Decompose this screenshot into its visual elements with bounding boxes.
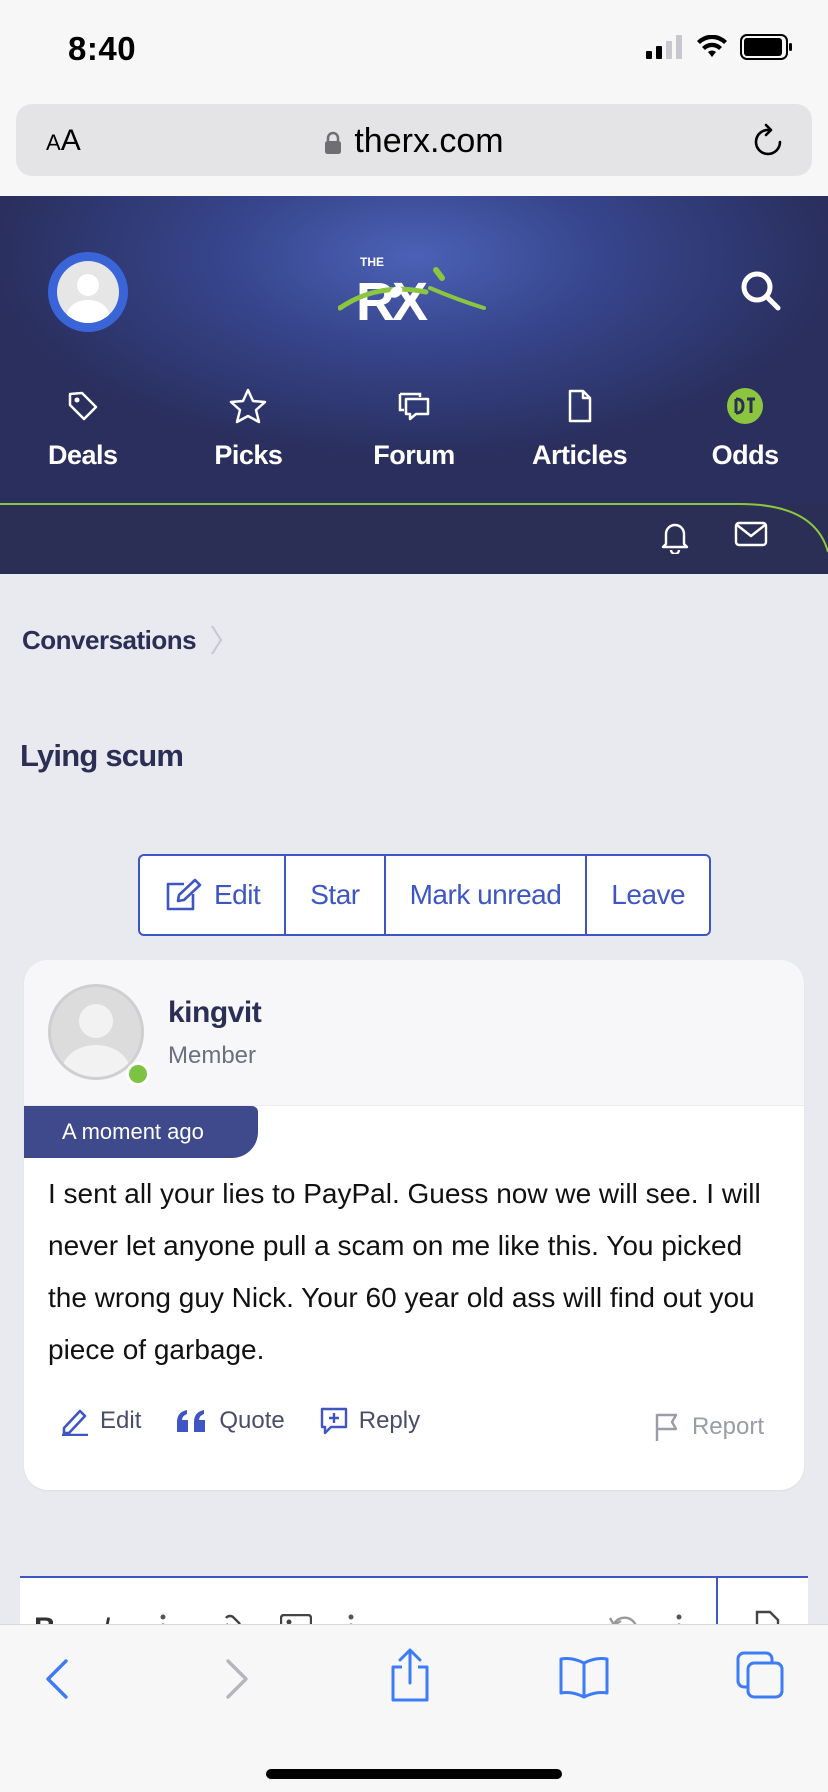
nav-label: Picks — [214, 440, 283, 470]
main-nav: Deals Picks Forum Articles Odds — [0, 386, 828, 471]
browser-toolbar: AA therx.com — [0, 100, 828, 196]
toolbar-divider — [716, 1578, 718, 1628]
leave-button[interactable]: Leave — [587, 856, 709, 934]
quote-icon — [177, 1410, 206, 1432]
message-edit-button[interactable]: Edit — [60, 1406, 141, 1436]
nav-label: Odds — [711, 440, 780, 470]
site-header: THE RX Deals Picks Forum Articles Odds — [0, 196, 828, 506]
message-edit-label: Edit — [100, 1407, 142, 1434]
share-icon[interactable] — [388, 1647, 432, 1703]
chat-icon — [398, 392, 430, 421]
back-icon[interactable] — [42, 1655, 72, 1703]
therx-logo[interactable]: THE RX — [338, 252, 488, 332]
home-indicator — [266, 1769, 562, 1779]
online-status-icon — [126, 1062, 150, 1086]
leave-label: Leave — [611, 879, 686, 910]
mark-unread-button[interactable]: Mark unread — [386, 856, 588, 934]
signal-icon — [646, 35, 682, 59]
document-icon — [568, 389, 591, 423]
message-header: kingvit Member — [24, 960, 804, 1106]
message-user-role: Member — [168, 1042, 257, 1069]
nav-item-articles[interactable]: Articles — [497, 386, 663, 471]
tag-icon — [68, 391, 98, 421]
pencil-icon — [62, 1409, 88, 1436]
breadcrumb-conversations[interactable]: Conversations — [22, 625, 197, 656]
editor-toolbar: B I — [20, 1576, 808, 1628]
conversation-actions: Edit Star Mark unread Leave — [138, 854, 712, 936]
mail-icon[interactable] — [734, 520, 768, 548]
browser-bottom-bar — [0, 1624, 828, 1792]
nav-item-deals[interactable]: Deals — [0, 386, 166, 471]
edit-button[interactable]: Edit — [140, 856, 287, 934]
svg-text:THE: THE — [360, 255, 384, 269]
mark-unread-label: Mark unread — [409, 879, 562, 910]
page-title: Lying scum — [20, 738, 184, 773]
nav-item-picks[interactable]: Picks — [166, 386, 332, 471]
url-display[interactable]: therx.com — [16, 122, 812, 161]
quote-button[interactable]: Quote — [175, 1407, 285, 1435]
bookmarks-icon[interactable] — [558, 1655, 610, 1699]
edit-label: Edit — [214, 879, 261, 910]
quote-label: Quote — [219, 1407, 285, 1434]
star-button[interactable]: Star — [286, 856, 386, 934]
status-time: 8:40 — [68, 30, 137, 67]
nav-label: Forum — [373, 440, 455, 470]
nav-label: Deals — [48, 440, 118, 470]
user-avatar[interactable] — [48, 252, 128, 332]
bell-icon[interactable] — [660, 520, 690, 554]
nav-label: Articles — [532, 440, 628, 470]
message-body: I sent all your lies to PayPal. Guess no… — [48, 1178, 761, 1365]
reply-button[interactable]: Reply — [319, 1406, 420, 1436]
report-button[interactable]: Report — [654, 1412, 764, 1442]
edit-icon — [166, 878, 202, 911]
message-timestamp[interactable]: A moment ago — [24, 1106, 258, 1158]
star-label: Star — [310, 879, 360, 910]
tabs-icon[interactable] — [736, 1651, 786, 1701]
address-bar[interactable]: AA therx.com — [16, 104, 812, 176]
reply-icon — [320, 1407, 347, 1435]
avatar-placeholder-icon — [57, 261, 119, 323]
search-icon[interactable] — [740, 270, 782, 312]
report-label: Report — [691, 1413, 764, 1440]
lock-icon — [325, 131, 342, 155]
star-icon — [230, 388, 267, 424]
status-bar: 8:40 — [0, 0, 828, 100]
chevron-right-icon — [211, 625, 223, 655]
flag-icon — [655, 1413, 678, 1441]
message-username[interactable]: kingvit — [168, 996, 262, 1030]
reload-icon[interactable] — [752, 122, 786, 158]
nav-item-forum[interactable]: Forum — [331, 386, 497, 471]
message-card: kingvit Member A moment ago I sent all y… — [24, 960, 804, 1490]
sub-header — [0, 503, 828, 574]
wifi-icon — [697, 35, 727, 57]
reply-label: Reply — [358, 1407, 421, 1434]
message-actions: Edit Quote Reply — [60, 1406, 420, 1436]
nav-item-odds[interactable]: Odds — [662, 386, 828, 471]
battery-icon — [740, 34, 792, 60]
breadcrumb[interactable]: Conversations — [22, 624, 224, 656]
status-icons — [646, 34, 794, 60]
forward-icon[interactable] — [222, 1655, 252, 1703]
url-text: therx.com — [354, 122, 504, 160]
odds-icon — [727, 388, 764, 424]
svg-text:RX: RX — [356, 272, 428, 332]
